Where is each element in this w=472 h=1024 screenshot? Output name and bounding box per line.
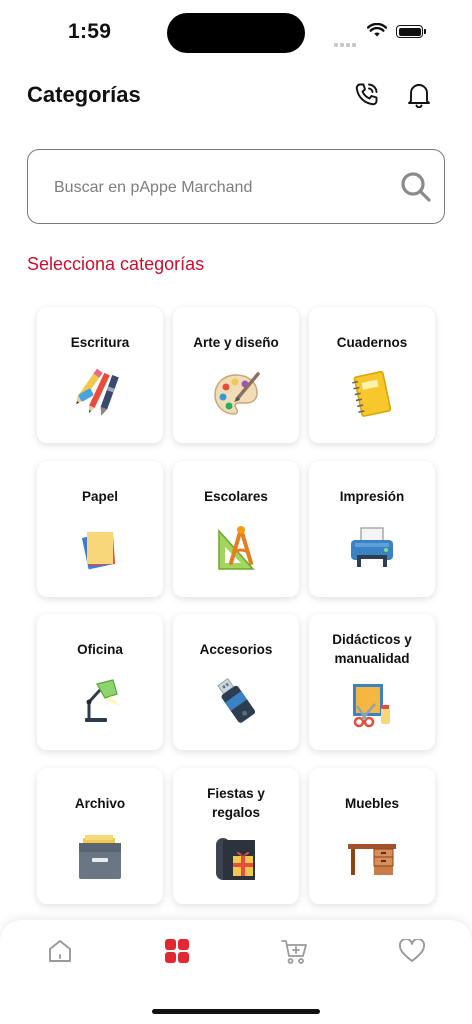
home-icon[interactable] xyxy=(40,934,80,968)
category-label: Impresión xyxy=(339,489,405,504)
categories-icon[interactable] xyxy=(157,934,197,968)
category-label: Cuadernos xyxy=(336,335,408,350)
crafts-icon xyxy=(347,680,397,730)
category-label: Oficina xyxy=(77,642,123,657)
pencils-icon xyxy=(75,368,125,419)
category-card-escolares[interactable]: Escolares xyxy=(173,461,299,597)
category-label: Arte y diseño xyxy=(193,335,279,350)
category-card-didacticos[interactable]: Didácticos y manualidad xyxy=(309,614,435,750)
category-label: Fiestas y regalos xyxy=(207,786,265,820)
category-card-arte-diseno[interactable]: Arte y diseño xyxy=(173,307,299,443)
category-card-escritura[interactable]: Escritura xyxy=(37,307,163,443)
category-card-fiestas[interactable]: Fiestas y regalos xyxy=(173,768,299,904)
search-box[interactable] xyxy=(27,149,445,224)
category-label: Archivo xyxy=(74,796,126,811)
category-label: Papel xyxy=(81,489,119,504)
category-label: Muebles xyxy=(344,796,399,811)
notebook-icon xyxy=(347,369,397,419)
paper-icon xyxy=(75,523,125,573)
desk-lamp-icon xyxy=(75,676,125,726)
category-label: Didácticos y manualidad xyxy=(332,632,412,666)
category-card-archivo[interactable]: Archivo xyxy=(37,768,163,904)
search-icon[interactable] xyxy=(398,169,434,210)
category-label: Escritura xyxy=(70,335,130,350)
heart-icon[interactable] xyxy=(392,934,432,968)
category-card-cuadernos[interactable]: Cuadernos xyxy=(309,307,435,443)
category-label: Accesorios xyxy=(199,642,273,657)
battery-icon xyxy=(396,25,426,38)
bell-icon[interactable] xyxy=(404,80,434,110)
palette-icon xyxy=(211,369,261,419)
home-indicator xyxy=(152,1009,320,1014)
status-time: 1:59 xyxy=(68,20,112,43)
dynamic-island xyxy=(167,13,305,53)
category-card-oficina[interactable]: Oficina xyxy=(37,614,163,750)
cart-icon[interactable] xyxy=(274,934,314,968)
phone-icon[interactable] xyxy=(352,80,382,110)
status-bar: 1:59 xyxy=(0,0,472,64)
ruler-compass-icon xyxy=(211,523,261,573)
search-input[interactable] xyxy=(52,172,386,204)
cellular-signal-icon xyxy=(334,34,358,52)
printer-icon xyxy=(347,523,397,573)
category-card-muebles[interactable]: Muebles xyxy=(309,768,435,904)
category-card-impresion[interactable]: Impresión xyxy=(309,461,435,597)
category-label: Escolares xyxy=(204,489,268,504)
usb-drive-icon xyxy=(211,676,261,726)
section-label: Selecciona categorías xyxy=(27,254,205,274)
category-card-accesorios[interactable]: Accesorios xyxy=(173,614,299,750)
wifi-icon xyxy=(366,22,388,43)
category-card-papel[interactable]: Papel xyxy=(37,461,163,597)
file-cabinet-icon xyxy=(75,832,125,882)
page-title: Categorías xyxy=(27,82,141,107)
gift-wrap-icon xyxy=(211,834,261,884)
desk-icon xyxy=(347,832,397,882)
